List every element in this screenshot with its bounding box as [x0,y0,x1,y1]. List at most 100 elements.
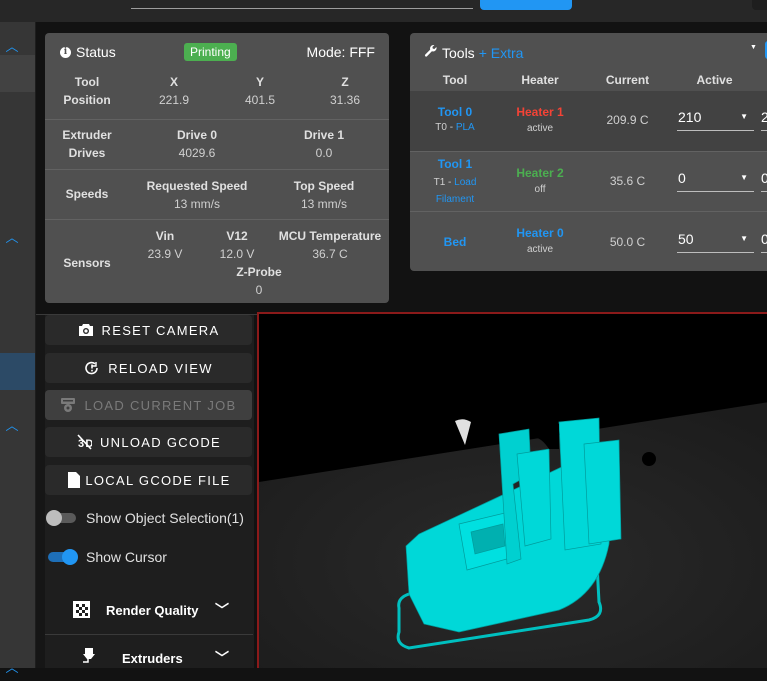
top-speed: Top Speed 13 mm/s [293,179,355,211]
chevron-up-icon[interactable]: ︿ [4,227,20,245]
file-icon [66,472,82,488]
status-title: i Status [60,44,116,60]
info-icon: i [60,46,71,58]
sensor-vin: Vin 23.9 V [147,229,183,261]
extra-tab[interactable]: + Extra [479,45,524,61]
tools-card: Tools + Extra ▼ Tool Heater Current Acti… [410,33,767,271]
bed-row: Bed Heater 0 active 50.0 C 50▼ 0 [410,211,767,271]
active-temp-select[interactable]: 0 ▼ [677,168,754,192]
caret-down-icon[interactable]: ▼ [750,44,757,51]
sensor-mcu-temperature: MCU Temperature 36.7 C [278,229,382,261]
axis-y: Y 401.5 [244,75,276,107]
show-cursor-toggle[interactable]: Show Cursor [46,549,167,565]
extruder-drives-label: Extruder Drives [62,128,112,160]
top-search-input[interactable] [131,8,473,9]
sidebar-item-active[interactable] [0,55,35,92]
tool-row: Tool 0 T0 - PLA Heater 1 active 209.9 C … [410,91,767,151]
sensors-label: Sensors [63,256,111,270]
standby-temp-select[interactable]: 0 [761,168,767,192]
render-quality-panel-header[interactable]: Render Quality ﹀ [45,588,253,634]
wrench-icon [424,44,438,61]
active-temp-select[interactable]: 210 ▼ [677,107,754,131]
top-bar [0,0,767,22]
current-temp: 35.6 C [609,174,646,188]
sensors-row: Sensors Vin 23.9 V V12 12.0 V MCU Temperat… [45,219,389,301]
toggle-switch[interactable] [46,549,78,565]
extruder-drives-row: Extruder Drives Drive 0 4029.6 Drive 1 0.0 [45,119,389,169]
requested-speed: Requested Speed 13 mm/s [146,179,248,211]
status-badge: Printing [184,43,237,61]
chevron-up-icon[interactable]: ︿ [4,36,20,54]
tool-position-row: Tool Position X 221.9 Y 401.5 Z 31.36 [45,71,389,119]
tool-index: T1 - [433,177,452,188]
tool-cell: Tool 0 T0 - PLA [410,105,500,133]
extruders-panel-header[interactable]: Extruders ﹀ [45,635,253,681]
load-current-job-label: LOAD CURRENT JOB [84,397,237,413]
active-temp-select[interactable]: 50 ▼ [677,229,754,253]
reload-icon [84,360,100,376]
caret-down-icon: ▼ [740,112,748,121]
chevron-up-icon[interactable]: ︿ [4,657,20,675]
heater-cell: Heater 1 active [500,105,580,134]
heater-cell: Heater 0 active [500,226,580,255]
speeds-row: Speeds Requested Speed 13 mm/s Top Speed 1… [45,169,389,219]
show-object-selection-toggle[interactable]: Show Object Selection(1) [46,510,244,526]
tools-title: Tools + Extra [424,44,523,61]
camera-icon [78,322,94,338]
col-active: Active [696,73,733,87]
bed-cell: Bed [410,235,500,249]
speeds-label: Speeds [65,187,109,201]
local-gcode-file-label: LOCAL GCODE FILE [85,472,231,488]
render-quality-label: Render Quality [106,603,199,618]
show-cursor-label: Show Cursor [86,549,167,565]
filament-link[interactable]: PLA [456,122,475,133]
heater-name-link[interactable]: Heater 2 [500,166,580,180]
tool-name-link[interactable]: Tool 1 [410,157,500,171]
axis-x: X 221.9 [158,75,190,107]
standby-temp-select[interactable]: 2 [761,107,767,131]
chevron-up-icon[interactable]: ︿ [4,415,20,433]
load-current-job-button[interactable]: LOAD CURRENT JOB [45,390,252,420]
viewer-canvas[interactable] [259,314,767,668]
drive-1: Drive 1 0.0 [303,128,345,160]
drive-0: Drive 0 4029.6 [176,128,218,160]
unload-icon: 3D [76,434,92,450]
reload-view-button[interactable]: RELOAD VIEW [45,353,252,383]
axis-z: Z 31.36 [329,75,361,107]
status-card: i Status Printing Mode: FFF Tool Positio… [45,33,389,303]
sidebar-item-selected[interactable] [0,353,35,390]
sensor-v12: V12 12.0 V [219,229,255,261]
chevron-down-icon: ﹀ [215,602,229,618]
reload-view-label: RELOAD VIEW [108,360,213,376]
standby-temp-select[interactable]: 0 [761,229,767,253]
tool-row: Tool 1 T1 - Load Filament Heater 2 off 3… [410,151,767,211]
unload-gcode-button[interactable]: 3D UNLOAD GCODE [45,427,252,457]
col-current: Current [605,73,650,87]
reset-camera-label: RESET CAMERA [101,322,220,338]
gcode-3d-viewer[interactable] [257,312,767,668]
tools-title-text: Tools [442,44,475,61]
panel-gutter [36,315,45,668]
printer-icon [60,397,76,413]
reset-camera-button[interactable]: RESET CAMERA [45,315,252,345]
local-gcode-file-button[interactable]: LOCAL GCODE FILE [45,465,252,495]
heater-name-link[interactable]: Heater 1 [500,105,580,119]
heater-state: active [526,244,554,255]
sensor-z-probe: Z-Probe 0 [236,265,282,297]
current-temp: 209.9 C [606,113,649,127]
toggle-switch[interactable] [46,510,78,526]
mode-label: Mode: FFF [306,44,375,60]
col-tool: Tool [442,73,468,87]
tool-name-link[interactable]: Tool 0 [410,105,500,119]
chevron-down-icon: ﹀ [215,650,229,666]
heater-name-link[interactable]: Heater 0 [500,226,580,240]
bed-link[interactable]: Bed [410,235,500,249]
heater-cell: Heater 2 off [500,166,580,195]
tools-header: Tools + Extra ▼ [410,33,767,71]
tool-cell: Tool 1 T1 - Load Filament [410,157,500,208]
heater-state: off [534,184,546,195]
top-right-button[interactable] [752,0,767,10]
top-action-button[interactable] [480,0,572,10]
extruders-label: Extruders [122,651,183,666]
unload-gcode-label: UNLOAD GCODE [99,434,222,450]
